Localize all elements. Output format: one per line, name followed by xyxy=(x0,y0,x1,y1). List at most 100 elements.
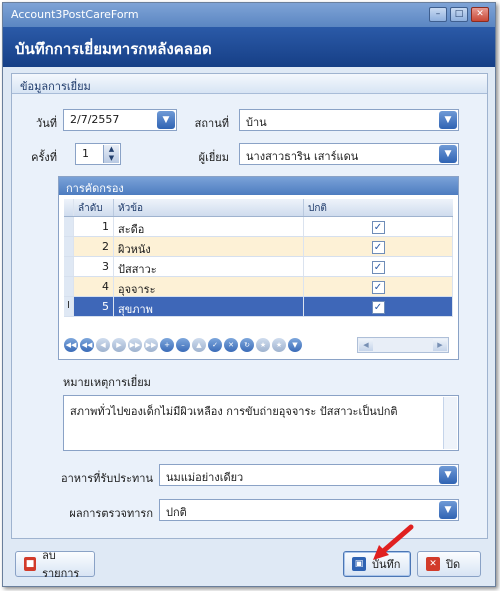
row-topic: สะดือ xyxy=(114,217,304,236)
table-row-selected[interactable]: I 5 สุขภาพ ✓ xyxy=(64,297,453,317)
visit-no-value: 1 xyxy=(82,147,89,160)
row-number: 5 xyxy=(74,297,114,316)
row-topic: ผิวหนัง xyxy=(114,237,304,256)
chevron-down-icon[interactable]: ▼ xyxy=(439,111,457,129)
place-label: สถานที่ xyxy=(194,117,229,130)
row-number: 1 xyxy=(74,217,114,236)
pointer-arrow-icon xyxy=(373,524,414,560)
close-button[interactable]: ✕ ปิด xyxy=(417,551,481,577)
exam-select[interactable]: ปกติ ▼ xyxy=(159,499,459,521)
visitor-value: นางสาวธาริน เสาร์แดน xyxy=(246,150,359,163)
trash-icon: ■ xyxy=(24,557,37,571)
column-header-topic[interactable]: หัวข้อ xyxy=(114,199,304,216)
cancel-icon[interactable]: ✕ xyxy=(224,338,238,352)
window-controls: – □ ✕ xyxy=(429,7,489,22)
row-topic: อุจจาระ xyxy=(114,277,304,296)
spin-arrows-icon[interactable]: ▲ ▼ xyxy=(103,145,119,163)
column-header-normal[interactable]: ปกติ xyxy=(304,199,453,216)
table-row[interactable]: 3 ปัสสาวะ ✓ xyxy=(64,257,453,277)
maximize-icon[interactable]: □ xyxy=(450,7,468,22)
close-button-label: ปิด xyxy=(446,558,461,571)
refresh-icon[interactable]: ↻ xyxy=(240,338,254,352)
checkbox[interactable]: ✓ xyxy=(371,301,385,314)
feeding-label: อาหารที่รับประทาน xyxy=(61,472,154,485)
remove-icon[interactable]: – xyxy=(176,338,190,352)
last-page-icon[interactable]: ▶▶ xyxy=(144,338,158,352)
chevron-down-icon[interactable]: ▼ xyxy=(157,111,175,129)
row-number: 4 xyxy=(74,277,114,296)
row-number: 2 xyxy=(74,237,114,256)
floppy-disk-icon: ▣ xyxy=(352,557,366,571)
bookmark-icon[interactable]: ★ xyxy=(256,338,270,352)
visitor-label: ผู้เยี่ยม xyxy=(198,151,229,164)
row-indicator: I xyxy=(64,297,74,316)
note-scrollbar[interactable] xyxy=(443,397,457,449)
row-normal-cell: ✓ xyxy=(304,257,453,276)
row-topic: สุขภาพ xyxy=(114,297,304,316)
close-icon[interactable]: ✕ xyxy=(471,7,489,22)
minimize-icon[interactable]: – xyxy=(429,7,447,22)
visit-no-label: ครั้งที่ xyxy=(31,151,57,164)
place-value: บ้าน xyxy=(246,116,267,129)
prev-record-icon[interactable]: ◀ xyxy=(96,338,110,352)
place-select[interactable]: บ้าน ▼ xyxy=(239,109,459,131)
screening-panel: การคัดกรอง ลำดับ หัวข้อ ปกติ 1 สะดือ ✓ 2… xyxy=(58,176,459,360)
row-indicator xyxy=(64,237,74,256)
screening-caption: การคัดกรอง xyxy=(59,177,458,195)
row-normal-cell: ✓ xyxy=(304,277,453,296)
group-caption: ข้อมูลการเยี่ยม xyxy=(12,74,487,94)
confirm-icon[interactable]: ✓ xyxy=(208,338,222,352)
note-value: สภาพทั่วไปของเด็กไม่มีผิวเหลือง การขับถ่… xyxy=(70,405,398,418)
checkbox[interactable]: ✓ xyxy=(371,241,385,254)
date-value: 2/7/2557 xyxy=(70,113,120,126)
exam-label: ผลการตรวจทารก xyxy=(69,507,153,520)
row-indicator xyxy=(64,277,74,296)
window-titlebar[interactable]: Account3PostCareForm – □ ✕ xyxy=(3,3,495,27)
table-row[interactable]: 1 สะดือ ✓ xyxy=(64,217,453,237)
form-window: Account3PostCareForm – □ ✕ บันทึกการเยี่… xyxy=(2,2,496,587)
goto-bookmark-icon[interactable]: ★ xyxy=(272,338,286,352)
delete-button[interactable]: ■ ลบรายการ xyxy=(15,549,95,580)
delete-button-label: ลบรายการ xyxy=(42,549,80,580)
row-normal-cell: ✓ xyxy=(304,217,453,236)
visitor-select[interactable]: นางสาวธาริน เสาร์แดน ▼ xyxy=(239,143,459,165)
first-page-icon[interactable]: ◀◀ xyxy=(64,338,78,352)
row-normal-cell: ✓ xyxy=(304,237,453,256)
window-title: Account3PostCareForm xyxy=(11,8,139,21)
note-textarea[interactable]: สภาพทั่วไปของเด็กไม่มีผิวเหลือง การขับถ่… xyxy=(63,395,459,451)
row-indicator-header xyxy=(64,199,74,216)
table-row[interactable]: 4 อุจจาระ ✓ xyxy=(64,277,453,297)
grid-horizontal-scrollbar[interactable]: ◀ ▶ xyxy=(357,337,449,353)
column-header-no[interactable]: ลำดับ xyxy=(74,199,114,216)
edit-icon[interactable]: ▲ xyxy=(192,338,206,352)
row-number: 3 xyxy=(74,257,114,276)
row-topic: ปัสสาวะ xyxy=(114,257,304,276)
screening-grid: ลำดับ หัวข้อ ปกติ 1 สะดือ ✓ 2 ผิวหนัง ✓ … xyxy=(64,199,453,317)
filter-icon[interactable]: ▼ xyxy=(288,338,302,352)
scroll-right-icon[interactable]: ▶ xyxy=(433,339,447,351)
grid-header: ลำดับ หัวข้อ ปกติ xyxy=(64,199,453,217)
page-title: บันทึกการเยี่ยมทารกหลังคลอด xyxy=(3,27,495,67)
next-record-icon[interactable]: ▶ xyxy=(112,338,126,352)
table-row[interactable]: 2 ผิวหนัง ✓ xyxy=(64,237,453,257)
chevron-down-icon[interactable]: ▼ xyxy=(439,145,457,163)
feeding-value: นมแม่อย่างเดียว xyxy=(166,471,244,484)
visit-no-stepper[interactable]: 1 ▲ ▼ xyxy=(75,143,121,165)
checkbox[interactable]: ✓ xyxy=(371,221,385,234)
checkbox[interactable]: ✓ xyxy=(371,281,385,294)
feeding-select[interactable]: นมแม่อย่างเดียว ▼ xyxy=(159,464,459,486)
scroll-left-icon[interactable]: ◀ xyxy=(359,339,373,351)
date-picker[interactable]: 2/7/2557 ▼ xyxy=(63,109,177,131)
note-label: หมายเหตุการเยี่ยม xyxy=(63,376,151,389)
date-label: วันที่ xyxy=(36,117,57,130)
chevron-down-icon[interactable]: ▼ xyxy=(439,466,457,484)
exam-value: ปกติ xyxy=(166,506,187,519)
checkbox[interactable]: ✓ xyxy=(371,261,385,274)
chevron-down-icon[interactable]: ▼ xyxy=(439,501,457,519)
prev-page-icon[interactable]: ◀◀ xyxy=(80,338,94,352)
row-normal-cell: ✓ xyxy=(304,297,453,316)
add-icon[interactable]: + xyxy=(160,338,174,352)
next-page-icon[interactable]: ▶▶ xyxy=(128,338,142,352)
row-indicator xyxy=(64,217,74,236)
close-x-icon: ✕ xyxy=(426,557,440,571)
